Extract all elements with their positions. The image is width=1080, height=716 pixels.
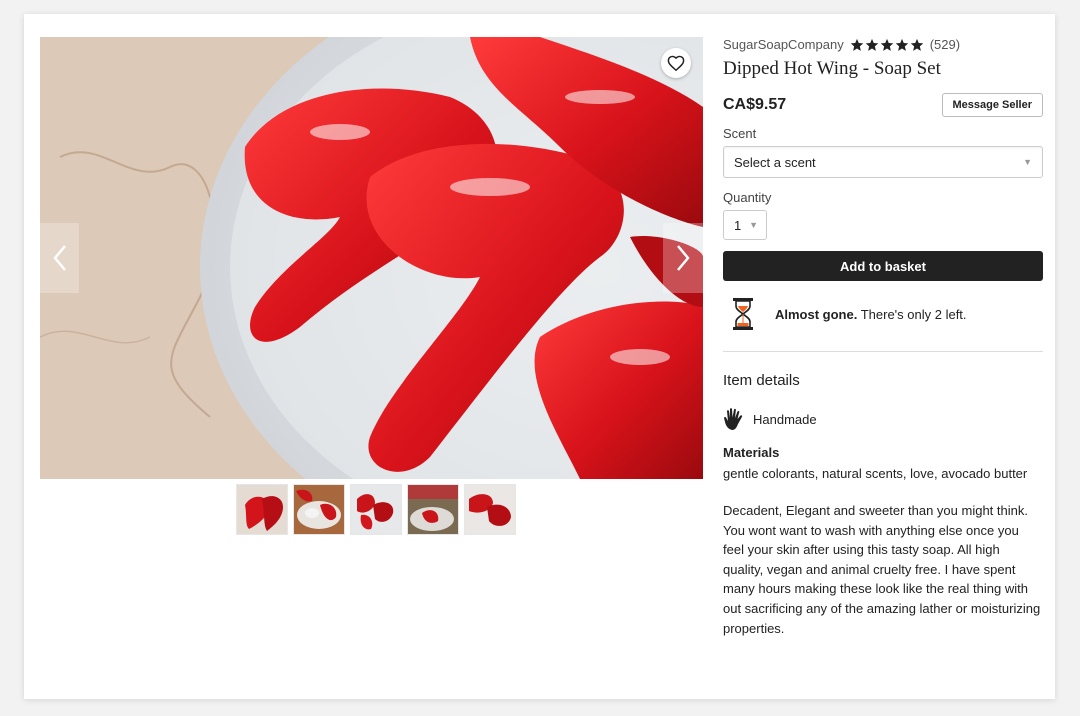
materials-value: gentle colorants, natural scents, love, …: [723, 466, 1028, 481]
star-icon: [880, 38, 893, 51]
thumbnail-strip: [236, 484, 516, 535]
quantity-select[interactable]: 1 ▼: [723, 210, 767, 240]
thumbnail-3[interactable]: [350, 484, 402, 535]
message-seller-button[interactable]: Message Seller: [941, 93, 1043, 117]
item-details-heading: Item details: [723, 372, 800, 389]
chevron-right-icon: [677, 245, 690, 271]
previous-image-button[interactable]: [40, 223, 79, 293]
heart-icon: [667, 55, 685, 71]
divider: [723, 351, 1043, 352]
next-image-button[interactable]: [663, 223, 703, 293]
favorite-button[interactable]: [661, 48, 691, 78]
star-icon: [910, 38, 923, 51]
scent-select-value: Select a scent: [734, 154, 816, 170]
listing-title: Dipped Hot Wing - Soap Set: [723, 58, 941, 79]
scent-label: Scent: [723, 126, 757, 141]
hourglass-icon: [733, 298, 753, 330]
scent-select[interactable]: Select a scent ▼: [723, 146, 1043, 178]
review-count[interactable]: (529): [930, 37, 960, 52]
chevron-left-icon: [52, 245, 66, 271]
price-row: CA$9.57 Message Seller: [723, 93, 1043, 117]
shop-name-link[interactable]: SugarSoapCompany: [723, 37, 844, 52]
star-icon: [865, 38, 878, 51]
scarcity-bold: Almost gone.: [775, 306, 858, 322]
listing-info-panel: SugarSoapCompany (529) Dipped Hot Wing -…: [723, 37, 1043, 638]
hand-icon: [724, 408, 743, 430]
handmade-label: Handmade: [753, 411, 817, 427]
main-product-image: [40, 37, 703, 479]
thumbnail-4[interactable]: [407, 484, 459, 535]
thumbnail-1[interactable]: [236, 484, 288, 535]
product-listing-card: SugarSoapCompany (529) Dipped Hot Wing -…: [24, 14, 1055, 699]
star-icon: [850, 38, 863, 51]
scarcity-text: Almost gone. There's only 2 left.: [775, 307, 967, 322]
caret-down-icon: ▼: [749, 220, 758, 230]
scarcity-detail: There's only 2 left.: [857, 306, 967, 322]
handmade-badge: Handmade: [723, 407, 1043, 431]
thumbnail-5[interactable]: [464, 484, 516, 535]
caret-down-icon: ▼: [1023, 157, 1032, 167]
thumbnail-2[interactable]: [293, 484, 345, 535]
quantity-select-value: 1: [734, 217, 742, 233]
price: CA$9.57: [723, 96, 787, 113]
materials-label: Materials: [723, 445, 780, 460]
scarcity-notice: Almost gone. There's only 2 left.: [723, 297, 1043, 331]
star-icon: [895, 38, 908, 51]
shop-rating-row: SugarSoapCompany (529): [723, 37, 1043, 52]
add-to-basket-button[interactable]: Add to basket: [723, 251, 1043, 281]
quantity-label: Quantity: [723, 190, 772, 205]
item-description: Decadent, Elegant and sweeter than you m…: [723, 503, 1041, 636]
rating-stars[interactable]: [850, 38, 924, 52]
